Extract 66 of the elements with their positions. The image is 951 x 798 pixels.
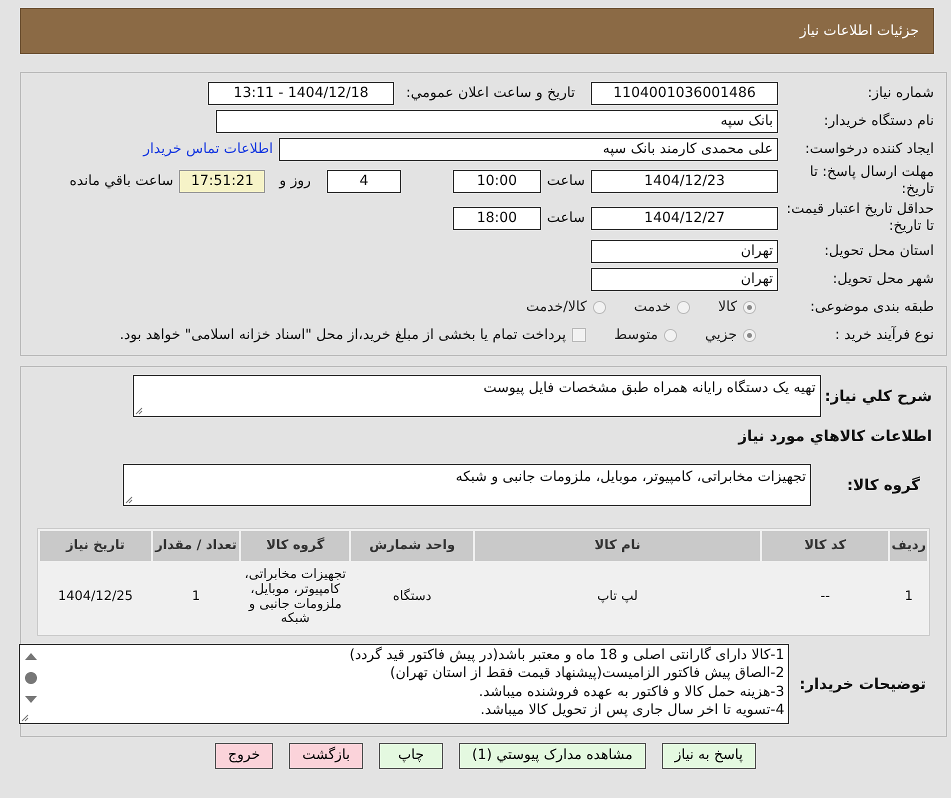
radio-label: کالا	[718, 298, 737, 316]
resize-grip-icon[interactable]	[21, 714, 30, 722]
field-label: ساعت	[546, 172, 585, 190]
radio-label: خدمت	[634, 298, 672, 316]
column-header: تعداد / مقدار	[152, 530, 240, 560]
field-label: شماره نیاز:	[866, 84, 934, 102]
text-field[interactable]: 4	[326, 170, 401, 192]
column-header: نام کالا	[475, 530, 760, 560]
note-line: 2-الصاق پیش فاکتور الزامیست(پیشنهاد قیمت فقط از استان تهران)	[389, 664, 784, 682]
action-button[interactable]: خروج	[215, 742, 274, 768]
field-label: شرح كلي نیاز:	[824, 387, 932, 405]
radio-button[interactable]	[743, 300, 756, 314]
field-label: نوع فرآیند خرید :	[834, 326, 934, 344]
column-header: گروه کالا	[241, 530, 350, 560]
column-header: تاریخ نیاز	[40, 530, 151, 560]
field-label: گروه کالا:	[847, 476, 920, 494]
buyer-contact-link[interactable]: اطلاعات تماس خریدار	[143, 138, 273, 160]
column-header: کد کالا	[762, 530, 888, 560]
text-area[interactable]: تجهیزات مخابراتی، کامپیوتر، موبایل، ملزومات جانبی و شبکه	[123, 464, 812, 506]
radio-label: جزیي	[705, 326, 737, 344]
field-label: مهلت ارسال پاسخ: تا تاریخ:	[808, 164, 934, 198]
column-header: ردیف	[890, 530, 927, 560]
field-label: توضیحات خریدار:	[799, 674, 926, 692]
field-label: استان محل تحویل:	[823, 242, 934, 260]
text-area[interactable]	[19, 644, 790, 724]
field-label: طبقه بندی موضوعی:	[809, 298, 934, 316]
note-line: 1-کالا دارای گارانتی اصلی و 18 ماه و معتبر باشد(در پیش فاکتور قید گردد)	[348, 646, 784, 664]
column-header: واحد شمارش	[351, 530, 473, 560]
text-field[interactable]: بانک سپه	[216, 110, 778, 132]
note-line: 4-تسویه تا اخر سال جاری پس از تحویل کالا میباشد.	[479, 701, 784, 720]
text-field[interactable]: 1404/12/18 - 13:11	[208, 82, 394, 104]
field-label: حداقل تاریخ اعتبار قیمت: تا تاریخ:	[785, 201, 934, 235]
action-button[interactable]: بازگشت	[289, 742, 364, 768]
checkbox-label: پرداخت تمام یا بخشی از مبلغ خرید،از محل "اسناد خزانه اسلامی" خواهد بود.	[120, 326, 566, 344]
action-button[interactable]: چاپ	[379, 742, 444, 768]
resize-grip-icon[interactable]	[134, 407, 143, 415]
field-label: تاریخ و ساعت اعلان عمومي:	[406, 84, 575, 102]
radio-button[interactable]	[592, 300, 606, 314]
text-area[interactable]: تهیه یک دستگاه رایانه همراه طبق مشخصات فایل پیوست	[132, 375, 821, 417]
field-label: روز و	[279, 172, 311, 190]
text-field[interactable]: علی محمدی کارمند بانک سپه	[279, 138, 778, 160]
text-field[interactable]: 1404/12/23	[591, 170, 778, 192]
page-title: جزئیات اطلاعات نیاز	[800, 22, 919, 40]
text-field[interactable]: 18:00	[452, 206, 541, 230]
field-label: نام دستگاه خریدار:	[822, 112, 934, 130]
action-button[interactable]: مشاهده مدارک پیوستي (1)	[459, 742, 646, 768]
text-field[interactable]: 17:51:21	[179, 170, 266, 192]
radio-label: متوسط	[614, 326, 658, 344]
text-field[interactable]: 1104001036001486	[591, 82, 778, 104]
field-label: ایجاد کننده درخواست:	[804, 140, 934, 158]
text-field[interactable]: تهران	[591, 268, 778, 290]
note-line: 3-هزینه حمل کالا و فاکتور به عهده فروشنده میباشد.	[478, 682, 784, 701]
text-field[interactable]: 1404/12/27	[591, 206, 778, 230]
field-label: شهر محل تحویل:	[832, 270, 934, 288]
radio-button[interactable]	[664, 328, 678, 342]
field-label: ساعت باقي مانده	[70, 172, 174, 190]
section-heading: اطلاعات كالاهاي مورد نياز	[736, 426, 932, 447]
checkbox[interactable]	[572, 328, 586, 342]
text-field[interactable]: تهران	[591, 240, 778, 262]
radio-button[interactable]	[743, 328, 756, 342]
radio-label: کالا/خدمت	[526, 298, 587, 316]
action-button[interactable]: پاسخ به نیاز	[662, 742, 756, 768]
resize-grip-icon[interactable]	[125, 496, 134, 504]
field-label: ساعت	[546, 208, 585, 228]
radio-button[interactable]	[677, 300, 690, 314]
text-field[interactable]: 10:00	[452, 170, 541, 192]
